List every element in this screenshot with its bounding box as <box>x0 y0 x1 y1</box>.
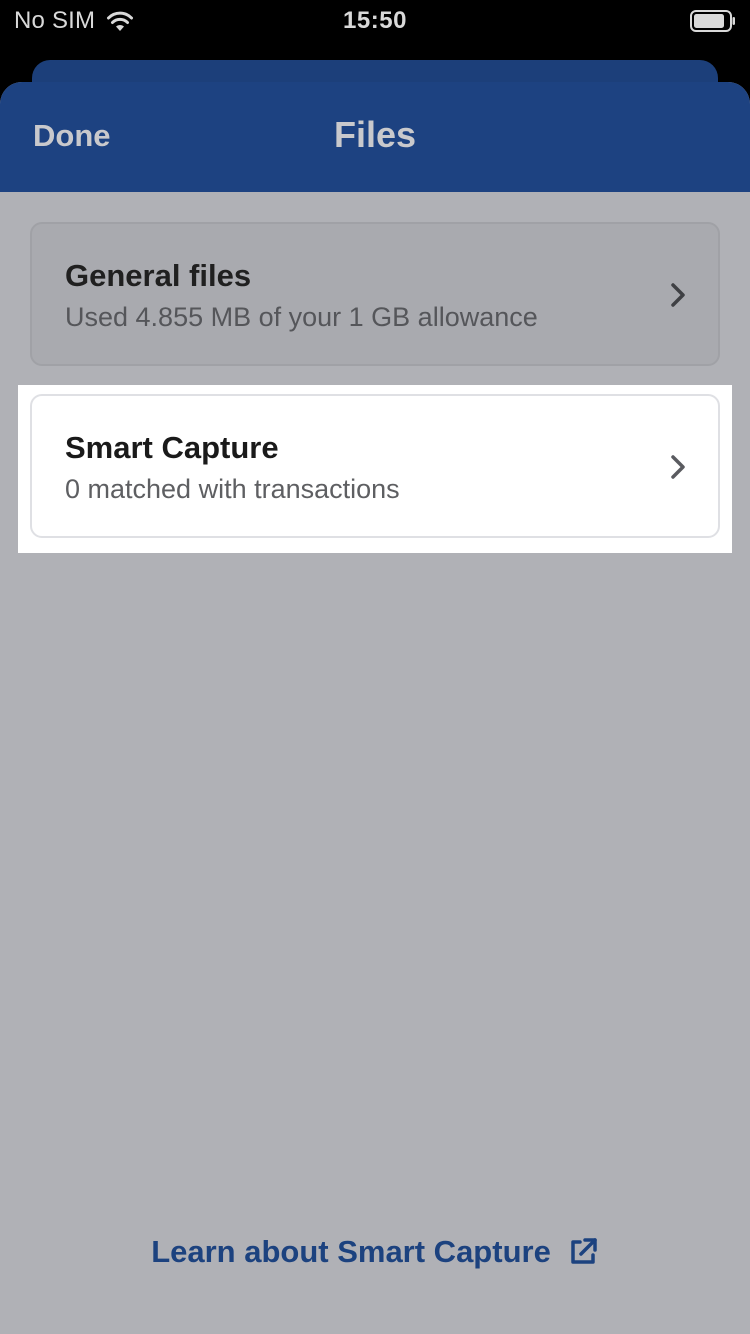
files-sheet: Done Files General files Used 4.855 MB o… <box>0 82 750 1334</box>
general-files-title: General files <box>65 258 252 293</box>
external-link-icon <box>571 1238 597 1264</box>
clock: 15:50 <box>343 7 407 34</box>
page-title: Files <box>333 114 417 155</box>
learn-about-smart-capture-link[interactable]: Learn about Smart Capture <box>0 1234 750 1270</box>
smart-capture-row[interactable]: Smart Capture 0 matched with transaction… <box>30 394 720 538</box>
chevron-right-icon <box>671 283 685 307</box>
learn-link-label: Learn about Smart Capture <box>151 1234 551 1269</box>
general-files-usage: Used 4.855 MB of your 1 GB allowance <box>65 302 538 332</box>
general-files-row[interactable]: General files Used 4.855 MB of your 1 GB… <box>30 222 720 366</box>
chevron-right-icon <box>671 455 685 479</box>
status-bar: No SIM 15:50 <box>0 0 750 40</box>
smart-capture-title: Smart Capture <box>65 430 279 465</box>
navigation-bar: Done Files <box>0 82 750 192</box>
smart-capture-matched-count: 0 matched with transactions <box>65 474 400 504</box>
battery-icon <box>690 10 735 32</box>
